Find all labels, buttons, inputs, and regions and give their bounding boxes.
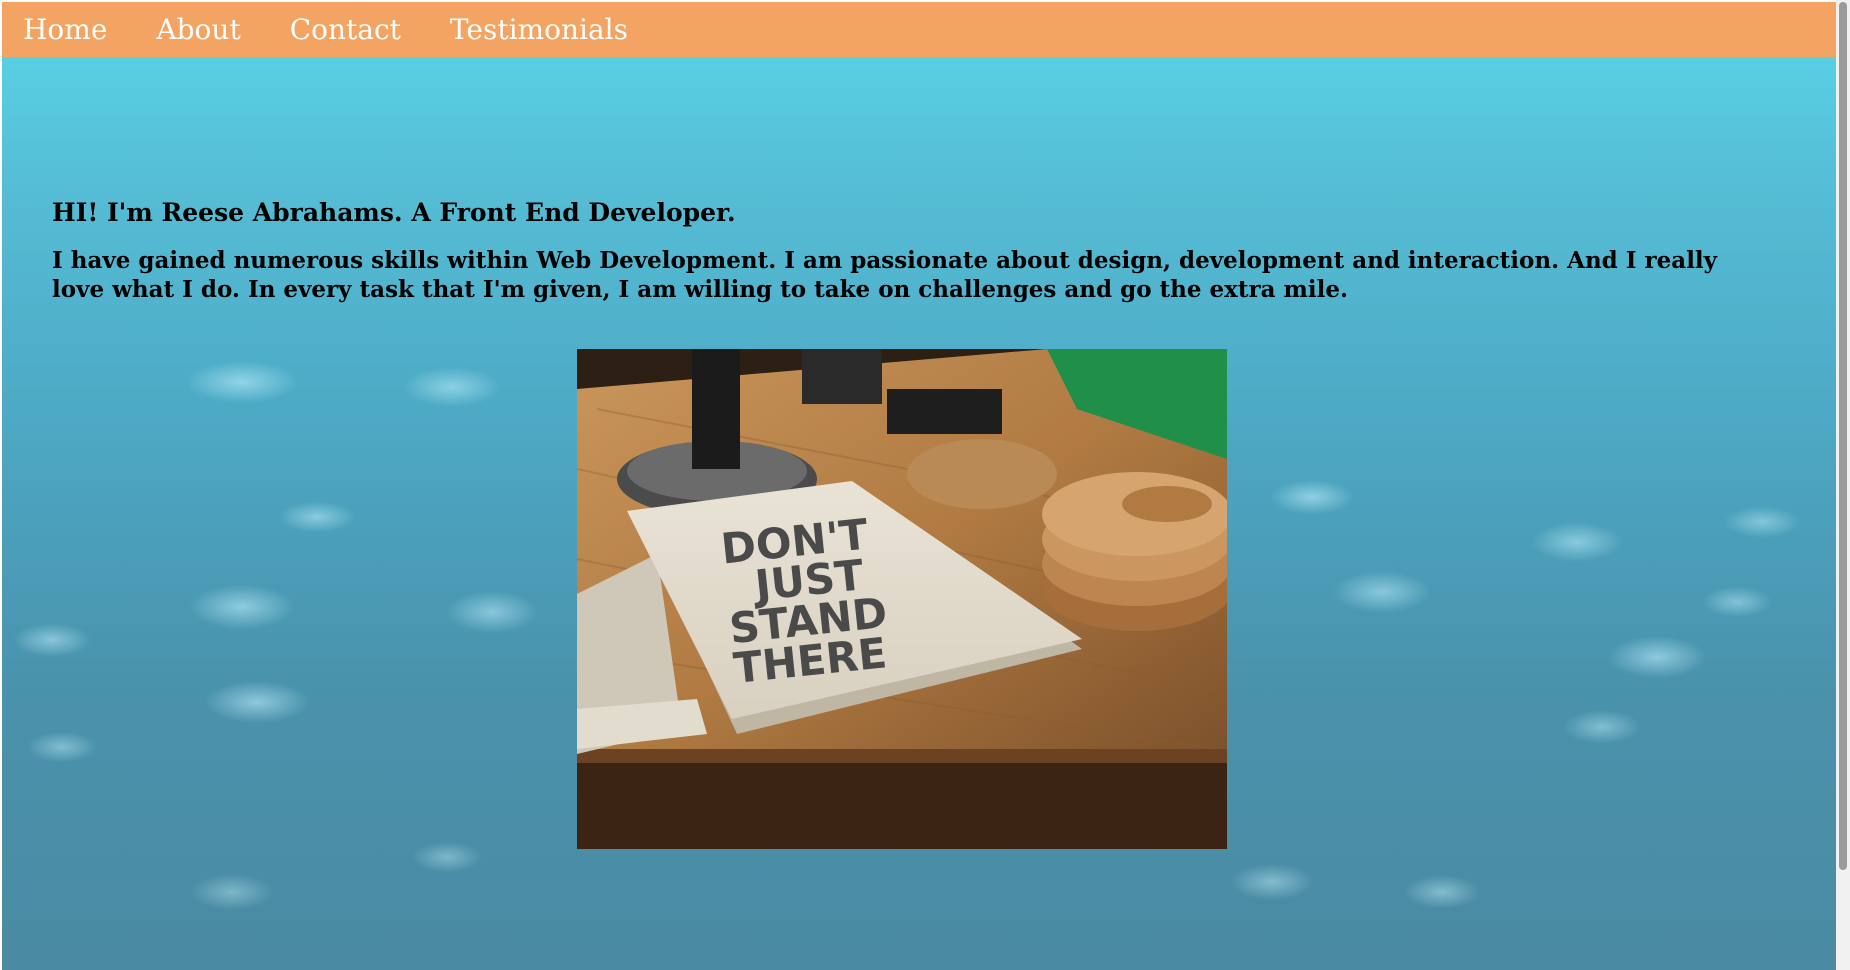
nav-about-link[interactable]: About: [156, 15, 240, 44]
scrollbar-thumb[interactable]: [1839, 2, 1847, 870]
desk-photo-illustration: DON'T JUST STAND THERE: [577, 349, 1227, 849]
nav-testimonials-link[interactable]: Testimonials: [450, 15, 628, 44]
page-background: Home About Contact Testimonials HI! I'm …: [2, 2, 1838, 970]
hero-title: HI! I'm Reese Abrahams. A Front End Deve…: [52, 198, 736, 227]
nav-contact-link[interactable]: Contact: [290, 15, 401, 44]
nav-home-link[interactable]: Home: [23, 15, 107, 44]
vertical-scrollbar[interactable]: [1836, 0, 1850, 970]
browser-viewport: Home About Contact Testimonials HI! I'm …: [0, 0, 1850, 970]
hero-bio: I have gained numerous skills within Web…: [52, 247, 1718, 303]
top-navbar: Home About Contact Testimonials: [2, 2, 1838, 57]
hero-section: HI! I'm Reese Abrahams. A Front End Deve…: [52, 198, 1752, 304]
desk-photo: DON'T JUST STAND THERE: [577, 349, 1227, 849]
